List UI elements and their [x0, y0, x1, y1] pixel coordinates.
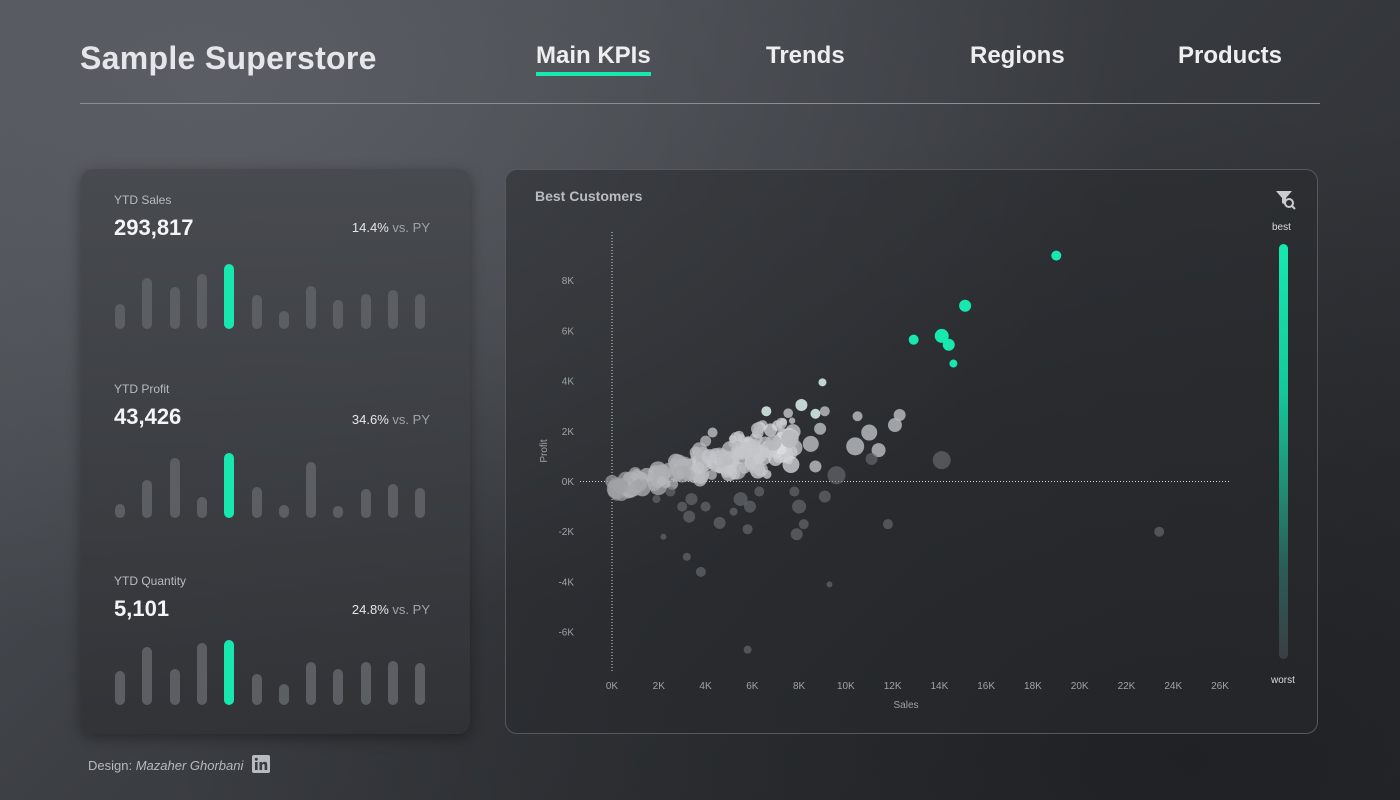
x-tick-label: 18K [1024, 681, 1042, 692]
scatter-point [788, 417, 796, 424]
scatter-point [818, 378, 827, 387]
scatter-point [665, 486, 676, 497]
x-axis-title: Sales [893, 700, 918, 711]
x-tick-label: 12K [884, 681, 902, 692]
scatter-point [1154, 526, 1165, 537]
linkedin-icon[interactable] [252, 755, 270, 773]
scatter-point [700, 501, 711, 512]
x-tick-label: 6K [746, 681, 759, 692]
scatter-point [754, 486, 765, 497]
scatter-point [790, 528, 803, 541]
scatter-point [882, 519, 893, 530]
scatter-point [685, 493, 698, 506]
scatter-point [932, 451, 951, 470]
x-tick-label: 4K [699, 681, 712, 692]
y-tick-label: -2K [558, 527, 574, 538]
y-tick-label: -4K [558, 577, 574, 588]
scatter-point [683, 510, 696, 523]
y-tick-label: 0K [562, 477, 575, 488]
scatter-point [660, 533, 667, 540]
scatter-point [637, 471, 647, 481]
scatter-point [784, 456, 793, 465]
scatter-point [865, 452, 878, 465]
scatter-point [861, 424, 878, 441]
scatter-point [783, 408, 794, 418]
scatter-point [737, 434, 746, 442]
scatter-point [713, 516, 726, 529]
x-tick-label: 22K [1118, 681, 1136, 692]
scatter-point [733, 492, 748, 507]
scatter-point [763, 423, 778, 437]
scatter-point [779, 418, 787, 426]
designer-name: Mazaher Ghorbani [135, 758, 244, 773]
scatter-point [798, 519, 809, 530]
scatter-point [826, 581, 833, 588]
scatter-point [743, 645, 752, 654]
scatter-point [959, 299, 972, 312]
scatter-point [818, 490, 831, 503]
x-tick-label: 0K [606, 681, 619, 692]
scatter-point [742, 524, 753, 535]
x-tick-label: 8K [793, 681, 806, 692]
scatter-point [908, 334, 919, 345]
scatter-point [656, 476, 667, 486]
y-axis-title: Profit [539, 439, 550, 463]
scatter-point [707, 427, 718, 438]
scatter-point [739, 443, 746, 450]
x-tick-label: 26K [1211, 681, 1229, 692]
design-credit: Design: Mazaher Ghorbani [88, 758, 243, 773]
scatter-point [630, 480, 640, 491]
scatter-point [630, 473, 639, 481]
scatter-point [765, 434, 782, 451]
scatter-point [673, 465, 691, 483]
scatter-point [789, 486, 800, 497]
scatter-point [949, 359, 958, 368]
scatter-point [792, 499, 807, 514]
scatter-point [795, 398, 808, 411]
y-tick-label: 6K [562, 326, 575, 337]
scatter-plot[interactable]: 0K 2K 4K 6K 8K 10K 12K 14K 16K 18K 20K 22K 24K 26K 8K 6… [0, 0, 1400, 800]
scatter-point [695, 566, 706, 577]
scatter-point [617, 487, 624, 494]
scatter-point [677, 501, 688, 512]
scatter-point [750, 422, 763, 435]
scatter-point [846, 437, 865, 456]
y-tick-label: 2K [562, 427, 575, 438]
scatter-point [761, 406, 772, 417]
x-tick-label: 10K [837, 681, 855, 692]
scatter-point [827, 466, 846, 485]
scatter-point [652, 495, 661, 504]
scatter-point [809, 460, 822, 473]
scatter-point [819, 406, 830, 417]
scatter-point [814, 422, 827, 435]
x-tick-label: 16K [977, 681, 995, 692]
scatter-point [887, 418, 902, 433]
x-tick-label: 24K [1164, 681, 1182, 692]
scatter-point [852, 411, 863, 422]
scatter-point [728, 434, 738, 444]
scatter-point [682, 552, 691, 561]
scatter-point [802, 435, 819, 452]
scatter-point [942, 338, 955, 351]
y-tick-label: 8K [562, 276, 575, 287]
scatter-point [729, 507, 738, 516]
x-tick-label: 20K [1071, 681, 1089, 692]
scatter-point [694, 462, 705, 473]
scatter-point [701, 449, 717, 465]
design-label: Design: [88, 758, 133, 773]
scatter-point [1051, 250, 1062, 261]
scatter-point [780, 429, 799, 448]
x-tick-label: 2K [653, 681, 666, 692]
y-tick-label: 4K [562, 377, 575, 388]
scatter-point [810, 408, 821, 419]
x-tick-label: 14K [930, 681, 948, 692]
scatter-point [721, 465, 738, 482]
y-tick-label: -6K [558, 628, 574, 639]
